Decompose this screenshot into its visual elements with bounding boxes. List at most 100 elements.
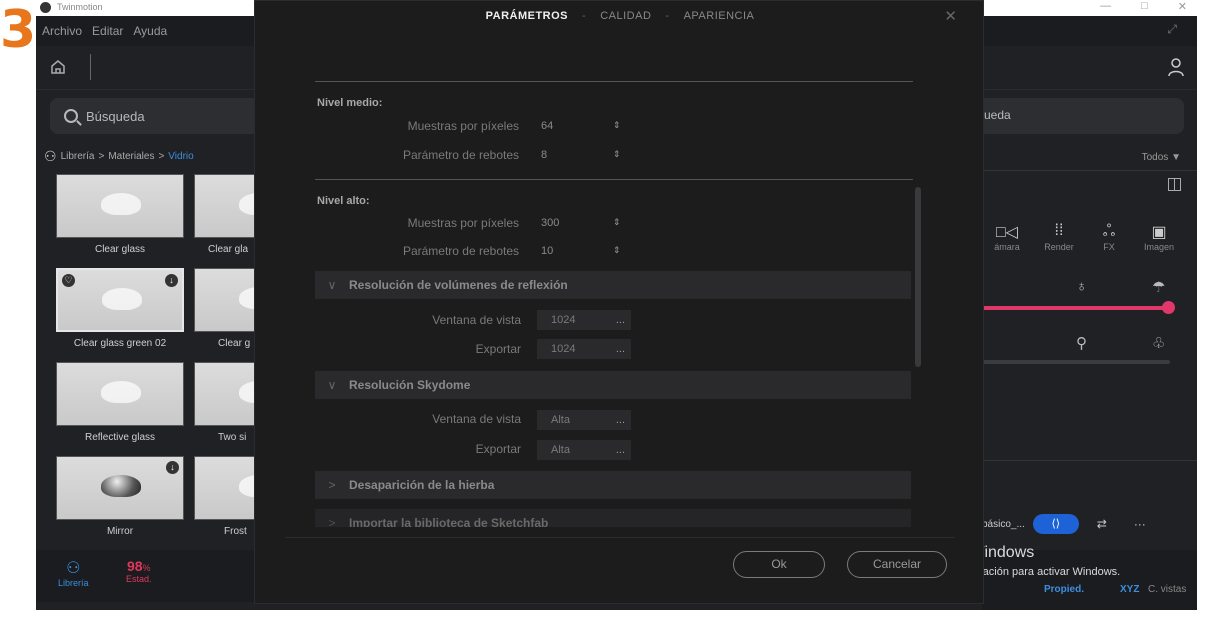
menu-archivo[interactable]: Archivo [42, 24, 82, 38]
section-header-grass[interactable]: > Desaparición de la hierba [315, 471, 911, 499]
setting-label: Muestras por píxeles [407, 119, 519, 133]
reflection-export-dropdown[interactable]: 1024... [537, 339, 631, 359]
render-icon: ⁞⁞ [1054, 222, 1064, 239]
tab-separator: - [582, 10, 587, 22]
dropdown-value: 1024 [551, 343, 576, 355]
close-window-button[interactable]: ✕ [1178, 0, 1187, 16]
home-icon[interactable] [50, 59, 66, 75]
minimize-button[interactable]: — [1100, 0, 1111, 16]
right-bottom-bar: Propied. XYZ C. vistas [982, 550, 1197, 610]
material-thumbnail-selected[interactable]: ♡ ↓ [56, 268, 184, 332]
stats-value: 98 [126, 558, 143, 574]
tree-icon: ♧ [1152, 335, 1166, 352]
close-icon[interactable]: ✕ [944, 7, 957, 25]
material-label: Mirror [106, 526, 134, 537]
material-thumbnail[interactable] [56, 174, 184, 238]
material-label: Reflective glass [84, 432, 156, 443]
material-thumbnail[interactable]: ↓ [56, 456, 184, 520]
divider [315, 81, 913, 82]
image-label: Imagen [1143, 242, 1175, 252]
breadcrumb-separator: > [98, 151, 105, 162]
ok-button[interactable]: Ok [733, 551, 825, 578]
spinner-arrows-icon[interactable]: ⇕ [613, 217, 621, 228]
maximize-button[interactable]: □ [1141, 0, 1148, 16]
material-label: Clear glass green 02 [73, 338, 167, 349]
section-title: Resolución Skydome [349, 378, 471, 392]
material-edit-chip[interactable]: ⟨⟩ [1032, 514, 1079, 534]
spinner-arrows-icon[interactable]: ⇕ [613, 120, 621, 131]
image-tool[interactable]: ▣ Imagen [1134, 222, 1184, 252]
dialog-tabs: PARÁMETROS - CALIDAD - APARIENCIA [255, 1, 985, 31]
stats-tab[interactable]: 98% Estad. [126, 558, 152, 584]
filter-dropdown[interactable]: Todos ▼ [1142, 152, 1181, 163]
user-add-icon[interactable] [1167, 57, 1185, 77]
section-header-skydome[interactable]: ∨ Resolución Skydome [315, 371, 911, 399]
tab-calidad[interactable]: CALIDAD [600, 10, 651, 22]
chevron-down-icon: ∨ [327, 378, 337, 392]
chevron-right-icon: > [328, 516, 336, 527]
render-label: Render [1044, 242, 1074, 252]
library-icon: ⚇ [44, 148, 57, 164]
favorite-icon[interactable]: ♡ [62, 274, 75, 287]
split-view-icon[interactable] [1168, 178, 1181, 191]
material-thumbnail[interactable] [56, 362, 184, 426]
tab-xyz[interactable]: XYZ [1120, 584, 1139, 595]
window-title: Twinmotion [57, 2, 103, 12]
material-name: básico_... [982, 518, 1025, 530]
dropdown-value: Alta [551, 444, 570, 456]
search-placeholder: Búsqueda [86, 108, 145, 124]
camera-icon: □◁ [996, 224, 1018, 241]
section-header-sketchfab[interactable]: > Importar la biblioteca de Sketchfab [315, 509, 911, 527]
download-icon[interactable]: ↓ [166, 461, 179, 474]
fx-tool[interactable]: ஃ FX [1084, 222, 1134, 252]
menu-ayuda[interactable]: Ayuda [133, 24, 167, 38]
tab-propiedades[interactable]: Propied. [1044, 584, 1084, 595]
right-search-input[interactable]: ueda [982, 98, 1184, 134]
skydome-viewport-dropdown[interactable]: Alta... [537, 410, 631, 430]
camera-tool[interactable]: □◁ ámara [982, 222, 1032, 252]
setting-label: Exportar [475, 342, 521, 356]
setting-slider-track[interactable] [982, 306, 1170, 310]
setting-label: Exportar [475, 442, 521, 456]
dropdown-more-icon: ... [615, 314, 625, 326]
screenshot: 3 Twinmotion — □ ✕ Archivo Editar Ayuda … [0, 0, 1230, 626]
breadcrumb-separator: > [158, 151, 165, 162]
download-icon[interactable]: ↓ [165, 274, 178, 287]
divider [982, 460, 1197, 461]
cancel-button[interactable]: Cancelar [847, 551, 947, 578]
setting-label: Ventana de vista [432, 412, 521, 426]
spinner-arrows-icon[interactable]: ⇕ [613, 149, 621, 160]
setting-slider-handle[interactable] [1162, 301, 1175, 314]
dropdown-value: 1024 [551, 314, 576, 326]
tab-apariencia[interactable]: APARIENCIA [684, 10, 755, 22]
library-search-input[interactable]: Búsqueda [50, 98, 260, 134]
setting-label: Ventana de vista [432, 313, 521, 327]
tab-c-vistas[interactable]: C. vistas [1148, 584, 1186, 595]
menu-editar[interactable]: Editar [92, 24, 123, 38]
settings-scrollbar[interactable] [915, 187, 921, 367]
reflection-viewport-dropdown[interactable]: 1024... [537, 310, 631, 330]
breadcrumb-materiales[interactable]: Materiales [108, 151, 154, 162]
section-header-reflection[interactable]: ∨ Resolución de volúmenes de reflexión [315, 271, 911, 299]
thermometer-icon: ♁ [1076, 278, 1088, 295]
tab-parametros[interactable]: PARÁMETROS [486, 10, 568, 22]
settings-scroll-area[interactable]: Nivel medio: Muestras por píxeles 64 ⇕ P… [315, 57, 913, 527]
material-thumbnail-grid: Clear glass Clear gla ♡ ↓ Clear glass gr… [56, 174, 276, 548]
breadcrumb-vidrio[interactable]: Vidrio [168, 151, 193, 162]
skydome-export-dropdown[interactable]: Alta... [537, 440, 631, 460]
spinner-arrows-icon[interactable]: ⇕ [613, 245, 621, 256]
more-options-icon[interactable]: ··· [1125, 517, 1155, 531]
library-tab[interactable]: ⚇ Librería [58, 558, 89, 588]
search-icon [64, 109, 78, 123]
render-tool[interactable]: ⁞⁞ Render [1034, 222, 1084, 252]
material-chip-row: básico_... ⟨⟩ ⇄ ··· [982, 514, 1155, 534]
material-swap-icon[interactable]: ⇄ [1087, 517, 1117, 531]
fullscreen-icon[interactable]: ⤢ [1167, 22, 1177, 37]
setting-slider-track[interactable] [982, 360, 1170, 364]
setting-label: Parámetro de rebotes [402, 244, 519, 258]
divider [315, 179, 913, 180]
right-panel: ueda Todos ▼ □◁ ámara ⁞⁞ Render ஃ FX ▣ I… [982, 90, 1197, 610]
material-label: Clear glass [94, 244, 146, 255]
breadcrumb-libreria[interactable]: Librería [61, 151, 95, 162]
section-title: Importar la biblioteca de Sketchfab [349, 516, 549, 527]
